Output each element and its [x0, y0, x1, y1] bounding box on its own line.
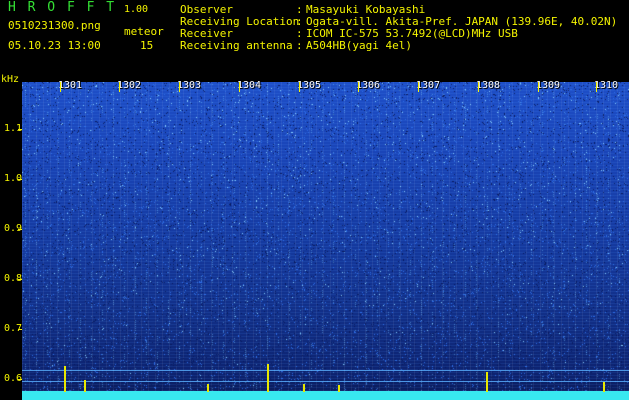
band-line-upper [22, 370, 629, 371]
antenna-value: A504HB(yagi 4el) [306, 39, 412, 52]
time-label: 1308 [476, 80, 501, 91]
minute-marker [239, 82, 240, 92]
meteor-echo [603, 382, 605, 392]
meteor-count: 15 [140, 39, 154, 52]
minute-marker [179, 82, 180, 92]
y-tick-mark [18, 179, 22, 180]
antenna-colon: : [296, 39, 303, 52]
y-tick-mark [18, 279, 22, 280]
meteor-echo [303, 384, 305, 392]
hroft-display: H R O F F T 1.00 0510231300.png meteor 0… [0, 0, 629, 400]
time-label: 1310 [594, 80, 619, 91]
band-line-lower [22, 381, 629, 382]
minute-marker [60, 82, 61, 92]
time-label: 1303 [177, 80, 202, 91]
meteor-echo [338, 385, 340, 392]
meteor-echo [486, 372, 488, 392]
filename-label: 0510231300.png [8, 19, 101, 32]
spectrogram [22, 82, 629, 400]
meteor-echo [84, 380, 86, 392]
time-label: 1302 [117, 80, 142, 91]
meteor-echo [267, 364, 269, 392]
meteor-label: meteor [124, 25, 164, 38]
time-label: 1301 [58, 80, 83, 91]
y-tick-mark [18, 229, 22, 230]
app-logo: H R O F F T [8, 0, 117, 15]
meteor-echo [207, 384, 209, 392]
minute-marker [538, 82, 539, 92]
minute-marker [119, 82, 120, 92]
y-tick-mark [18, 379, 22, 380]
signal-baseline [22, 391, 629, 400]
minute-marker [418, 82, 419, 92]
minute-marker [299, 82, 300, 92]
time-label: 1307 [416, 80, 441, 91]
antenna-key: Receiving antenna [180, 39, 293, 52]
spectrogram-noise [22, 82, 629, 400]
app-version: 1.00 [124, 4, 149, 15]
minute-marker [596, 82, 597, 92]
minute-marker [358, 82, 359, 92]
datetime-label: 05.10.23 13:00 [8, 39, 101, 52]
time-label: 1304 [237, 80, 262, 91]
time-label: 1309 [536, 80, 561, 91]
meteor-echo [64, 366, 66, 392]
y-tick-mark [18, 129, 22, 130]
time-label: 1306 [356, 80, 381, 91]
minute-marker [478, 82, 479, 92]
y-axis-unit: kHz [1, 74, 20, 85]
time-label: 1305 [297, 80, 322, 91]
y-tick-mark [18, 329, 22, 330]
